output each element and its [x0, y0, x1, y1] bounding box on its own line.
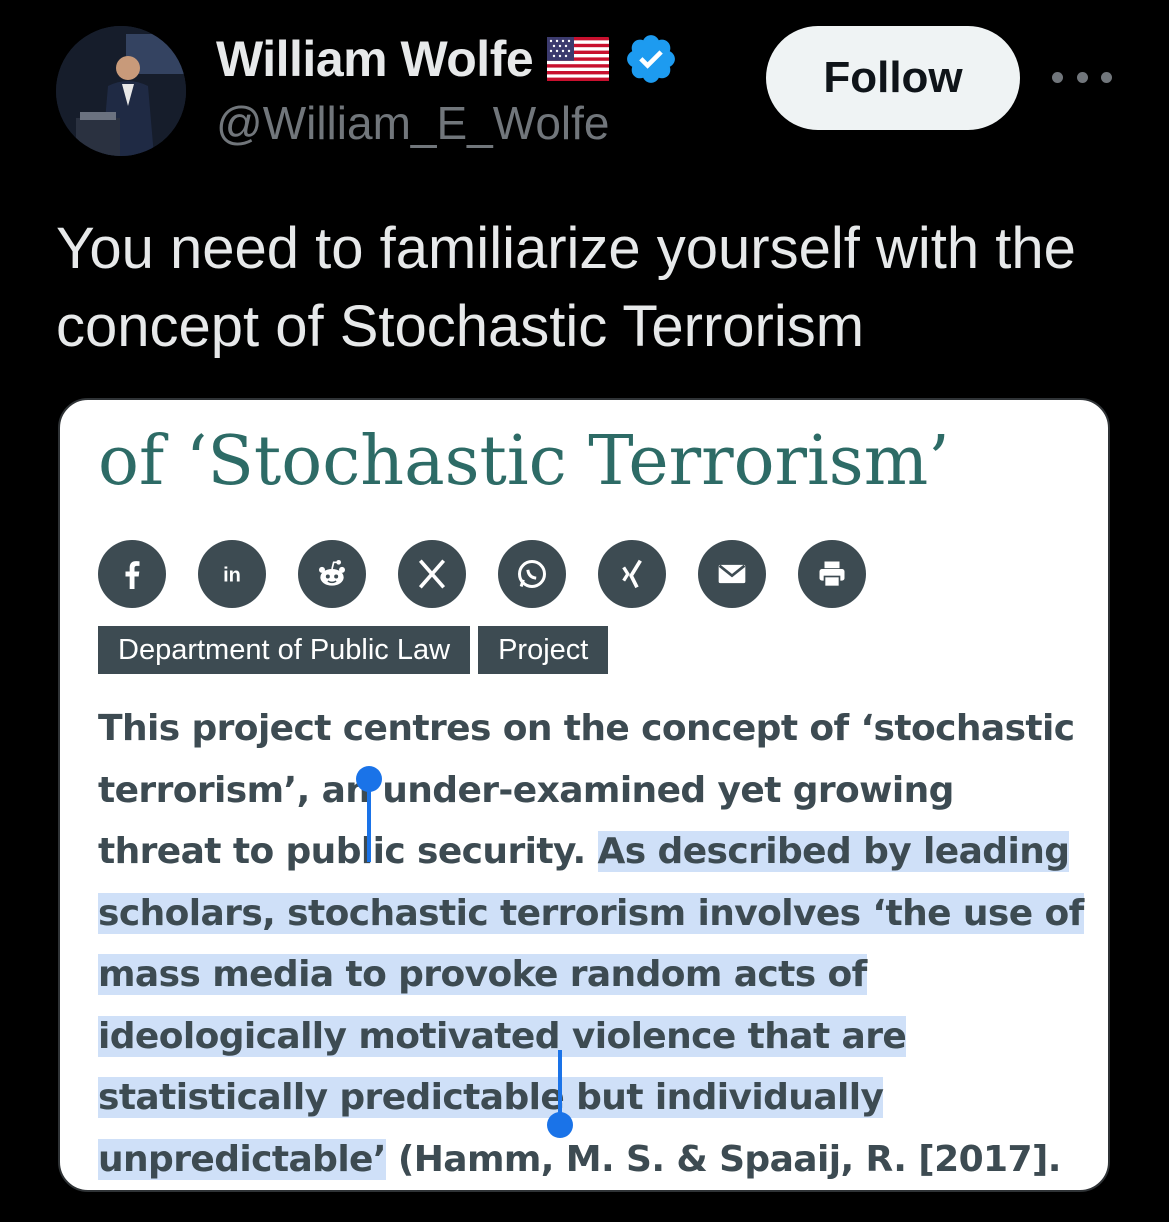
x-icon — [398, 540, 466, 608]
reddit-icon — [298, 540, 366, 608]
whatsapp-icon — [498, 540, 566, 608]
facebook-icon — [98, 540, 166, 608]
article-tags: Department of Public Law Project — [98, 626, 609, 674]
xing-icon — [598, 540, 666, 608]
more-options-icon[interactable] — [1052, 60, 1112, 94]
tag-department: Department of Public Law — [98, 626, 471, 674]
tag-project: Project — [478, 626, 609, 674]
selection-start-handle — [356, 766, 382, 862]
share-icons-row: in — [98, 540, 866, 608]
tweet-text: You need to familiarize yourself with th… — [56, 216, 1076, 359]
us-flag-icon — [547, 37, 610, 81]
author-handle[interactable]: @William_E_Wolfe — [216, 96, 610, 150]
more-dot — [1052, 71, 1063, 83]
selected-text: As described by leading scholars, stocha… — [98, 831, 1084, 1180]
verified-badge-icon[interactable] — [623, 31, 679, 87]
linkedin-icon: in — [198, 540, 266, 608]
author-display-name[interactable]: William Wolfe — [216, 30, 534, 88]
author-name-row: William Wolfe — [216, 30, 679, 88]
selection-end-handle — [547, 1050, 573, 1138]
more-dot — [1076, 71, 1088, 83]
print-icon — [798, 540, 866, 608]
tweet-media-image[interactable]: of ‘Stochastic Terrorism’ in Department … — [58, 398, 1110, 1192]
more-dot — [1101, 71, 1112, 83]
article-body: This project centres on the concept of ‘… — [98, 698, 1088, 1190]
follow-button[interactable]: Follow — [766, 26, 1020, 130]
author-avatar[interactable] — [56, 26, 186, 156]
email-icon — [698, 540, 766, 608]
svg-text:in: in — [223, 565, 241, 587]
article-headline: of ‘Stochastic Terrorism’ — [98, 422, 950, 501]
